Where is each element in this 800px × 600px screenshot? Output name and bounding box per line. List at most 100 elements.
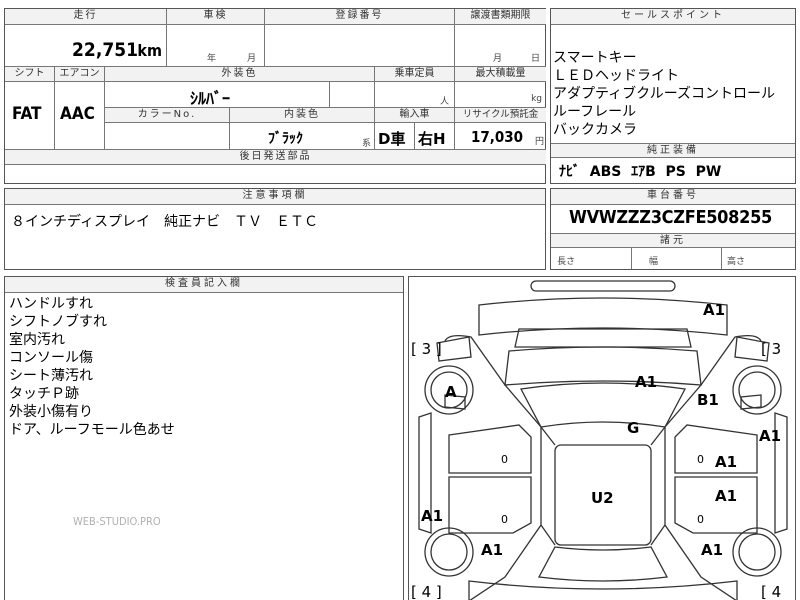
inspector-note: 外装小傷有り [9, 404, 93, 420]
sales-point-item: ＬＥＤヘッドライト [553, 68, 679, 84]
import-drive-cell: D車 [375, 123, 415, 150]
damage-label: A1 [481, 541, 504, 559]
notes-header: 注意事項欄 [5, 189, 545, 205]
post-delivery-header: 後日発送部品 [5, 150, 546, 165]
mileage-header: 走行 [5, 9, 167, 25]
sales-points-list: スマートキー ＬＥＤヘッドライト アダプティブクルーズコントロール ルーフレール… [553, 49, 775, 139]
damage-label: A1 [701, 541, 724, 559]
recycle-unit: 円 [534, 137, 544, 147]
aircon-value: AAC [60, 104, 95, 124]
chassis-header: 車台番号 [551, 189, 795, 205]
interior-color-cell: ﾌﾞﾗｯｸ 系 [230, 123, 375, 150]
sales-point-item: ルーフレール [553, 104, 637, 120]
chassis-panel: 車台番号 WVWZZZ3CZFE508255 諸元 長さ 幅 高さ [550, 188, 796, 270]
door-mark: 0 [697, 453, 704, 466]
import-header: 輸入車 [375, 108, 455, 123]
recycle-value: 17,030 [471, 128, 524, 146]
vehicle-info-table: 走行 車検 登録番号 譲渡書類期限 22,751 km 年 月 月 日 シフト … [4, 8, 546, 184]
length-label: 長さ [557, 257, 576, 267]
inspector-note: タッチＰ跡 [9, 386, 79, 402]
import-handle-value: 右H [418, 130, 446, 148]
sales-points-header: セールスポイント [551, 9, 795, 25]
damage-label: A1 [715, 453, 738, 471]
recycle-header: リサイクル預託金 [455, 108, 546, 123]
inspector-panel: 検査員記入欄 ハンドルすれ シフトノブすれ 室内汚れ コンソール傷 シート薄汚れ… [4, 276, 404, 600]
damage-label: [ 3 [761, 340, 782, 358]
damage-label: A1 [703, 301, 726, 319]
inspector-note: シフトノブすれ [9, 314, 107, 330]
registration-cell [265, 25, 455, 67]
inspector-note: シート薄汚れ [9, 368, 93, 384]
watermark: WEB-STUDIO.PRO [73, 515, 161, 528]
dimensions-header: 諸元 [551, 233, 795, 248]
door-mark: 0 [501, 453, 508, 466]
aircon-cell: AAC [55, 82, 105, 150]
sales-point-item: バックカメラ [553, 122, 637, 138]
exterior-color-header: 外装色 [105, 67, 375, 82]
damage-label: U2 [591, 489, 614, 507]
damage-label: [ 3 ] [411, 340, 442, 358]
shift-header: シフト [5, 67, 55, 82]
shift-value: FAT [12, 104, 42, 124]
exterior-color-value: ｼﾙﾊﾞｰ [190, 89, 231, 108]
exterior-color-cell: ｼﾙﾊﾞｰ [105, 82, 330, 108]
capacity-cell: 人 [375, 82, 455, 108]
damage-diagram-panel: A1 [ 3 ] [ 3 A A1 B1 A1 G A1 U2 A1 A1 A1… [408, 276, 796, 600]
damage-label: A [445, 383, 457, 401]
color-no-cell [105, 123, 230, 150]
mileage-unit: km [137, 41, 162, 60]
transfer-header: 譲渡書類期限 [455, 9, 546, 25]
height-label: 高さ [727, 257, 746, 267]
inspector-notes-list: ハンドルすれ シフトノブすれ 室内汚れ コンソール傷 シート薄汚れ タッチＰ跡 … [9, 295, 175, 439]
damage-label: G [627, 419, 640, 437]
inspector-note: ドア、ルーフモール色あせ [9, 422, 175, 438]
inspection-year-unit: 年 [207, 54, 217, 64]
transfer-month-unit: 月 [493, 54, 503, 64]
transfer-day-unit: 日 [531, 54, 541, 64]
damage-label: B1 [697, 391, 719, 409]
inspection-cell: 年 月 [167, 25, 265, 67]
notes-panel: 注意事項欄 ８インチディスプレイ 純正ナビ ＴＶ ＥＴＣ [4, 188, 546, 270]
max-load-cell: kg [455, 82, 546, 108]
genuine-equipment-header: 純正装備 [551, 143, 795, 158]
capacity-header: 乗車定員 [375, 67, 455, 82]
door-mark: 0 [697, 513, 704, 526]
max-load-header: 最大積載量 [455, 67, 546, 82]
recycle-cell: 17,030 円 [455, 123, 546, 150]
interior-color-suffix: 系 [361, 139, 371, 149]
registration-header: 登録番号 [265, 9, 455, 25]
import-handle-cell: 右H [415, 123, 455, 150]
damage-label: [ 4 ] [411, 583, 442, 600]
chassis-number: WVWZZZ3CZFE508255 [569, 207, 773, 228]
genuine-equipment-value: ﾅﾋﾞ ABS ｴｱB PS PW [559, 164, 722, 180]
capacity-unit: 人 [439, 97, 449, 107]
sales-point-item: アダプティブクルーズコントロール [553, 86, 776, 102]
notes-value: ８インチディスプレイ 純正ナビ ＴＶ ＥＴＣ [11, 214, 319, 230]
width-label: 幅 [649, 257, 659, 267]
damage-label: A1 [715, 487, 738, 505]
damage-label: A1 [759, 427, 782, 445]
damage-label: A1 [635, 373, 658, 391]
import-drive-value: D車 [378, 130, 406, 148]
aircon-header: エアコン [55, 67, 105, 82]
sales-points-panel: セールスポイント スマートキー ＬＥＤヘッドライト アダプティブクルーズコントロ… [550, 8, 796, 184]
shift-cell: FAT [5, 82, 55, 150]
sales-point-item: スマートキー [553, 50, 637, 66]
inspection-month-unit: 月 [247, 54, 257, 64]
transfer-cell: 月 日 [455, 25, 546, 67]
color-no-header: カラーNo. [105, 108, 230, 123]
exterior-color-extra-cell [330, 82, 375, 108]
interior-color-value: ﾌﾞﾗｯｸ [268, 131, 303, 147]
mileage-cell: 22,751 km [5, 25, 167, 67]
mileage-value: 22,751 [72, 39, 138, 61]
inspector-note: ハンドルすれ [9, 296, 93, 312]
interior-color-header: 内装色 [230, 108, 375, 123]
damage-label: A1 [421, 507, 444, 525]
car-outline-diagram [418, 280, 788, 600]
door-mark: 0 [501, 513, 508, 526]
inspector-note: コンソール傷 [9, 350, 93, 366]
max-load-unit: kg [531, 94, 542, 104]
damage-label: [ 4 [761, 583, 782, 600]
inspection-header: 車検 [167, 9, 265, 25]
inspector-header: 検査員記入欄 [5, 277, 403, 293]
